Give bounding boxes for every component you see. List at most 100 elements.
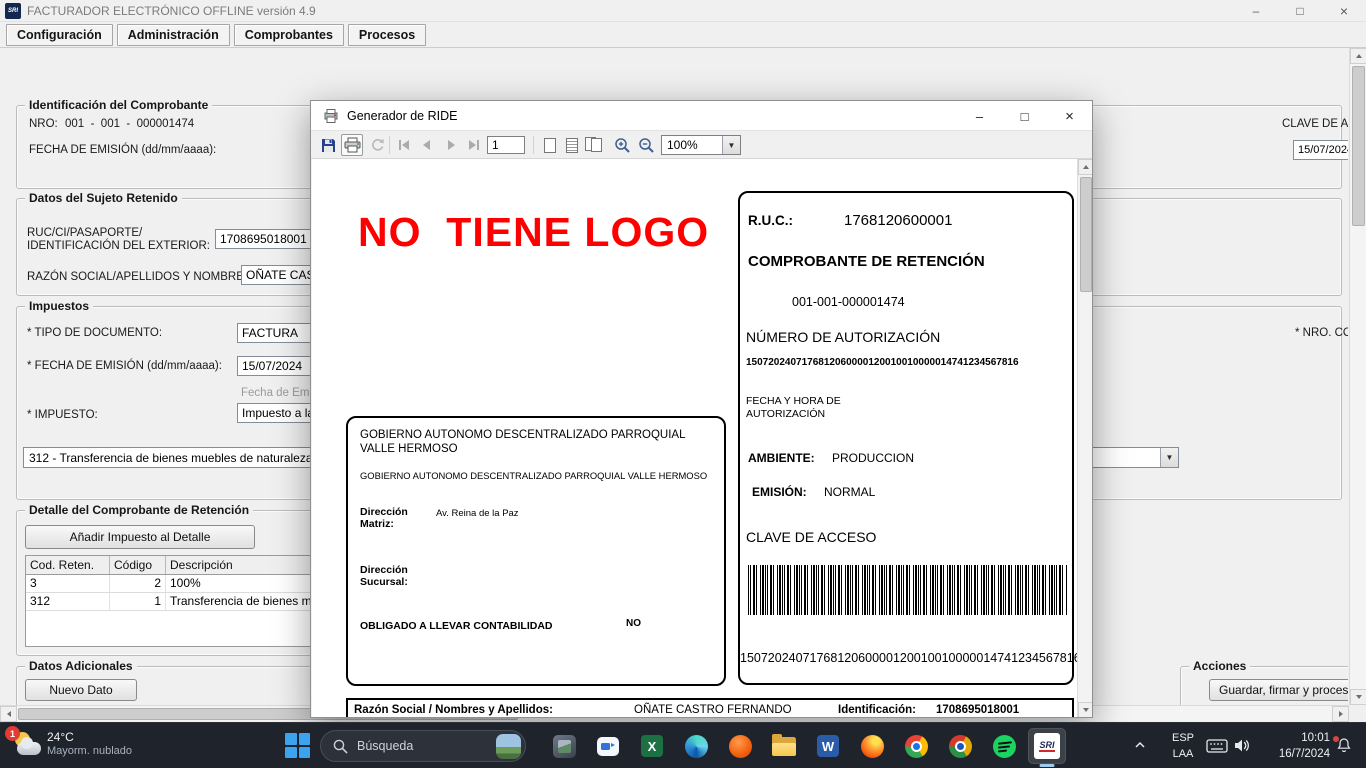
zoom-in-icon	[614, 137, 631, 154]
menu-configuracion[interactable]: Configuración	[6, 24, 113, 46]
search-highlight-image[interactable]	[496, 734, 521, 759]
scroll-left-icon[interactable]	[0, 706, 17, 722]
group-acciones: Acciones Guardar, firmar y procesa	[1180, 666, 1348, 705]
volume-icon[interactable]	[1233, 737, 1250, 759]
nuevo-dato-button[interactable]: Nuevo Dato	[25, 679, 137, 701]
dialog-maximize-button[interactable]: □	[1002, 101, 1047, 131]
scroll-down-icon[interactable]	[1350, 689, 1366, 705]
taskbar-app-firefox[interactable]	[854, 728, 890, 764]
taskbar-app-sri-active[interactable]: SRI	[1028, 728, 1066, 764]
search-input[interactable]: Búsqueda	[320, 730, 526, 762]
contabilidad-value: NO	[626, 618, 641, 629]
touch-keyboard-icon[interactable]	[1206, 738, 1228, 759]
save-button[interactable]	[317, 134, 339, 156]
search-icon	[333, 739, 348, 754]
ruc-label: R.U.C.:	[748, 213, 793, 228]
notification-bell-icon[interactable]	[1336, 737, 1352, 759]
first-page-button[interactable]	[393, 134, 415, 156]
group-adicionales-title: Datos Adicionales	[25, 659, 137, 673]
ride-document-preview[interactable]: NO TIENE LOGO R.U.C.: 1768120600001 COMP…	[312, 159, 1077, 718]
chevron-down-icon[interactable]: ▼	[1160, 448, 1178, 467]
scroll-down-icon[interactable]	[1078, 702, 1093, 718]
cell-codigo[interactable]: 2	[110, 575, 166, 592]
clave-acceso-label: CLAVE DE A	[1282, 118, 1348, 130]
refresh-icon	[370, 137, 386, 153]
taskbar-app-browser[interactable]	[722, 728, 758, 764]
document-scroll-thumb[interactable]	[1080, 177, 1092, 292]
cell-cod-reten[interactable]: 3	[26, 575, 110, 592]
document-scrollbar[interactable]	[1077, 159, 1093, 718]
scroll-right-icon[interactable]	[1332, 706, 1349, 722]
single-page-icon	[544, 138, 556, 153]
maximize-button[interactable]: □	[1278, 0, 1322, 22]
main-titlebar[interactable]: SRI FACTURADOR ELECTRÓNICO OFFLINE versi…	[0, 0, 1366, 22]
refresh-button[interactable]	[367, 134, 389, 156]
taskbar-app-chat[interactable]	[590, 728, 626, 764]
taskbar-app-photos[interactable]	[546, 728, 582, 764]
print-button[interactable]	[341, 134, 363, 156]
chrome-2-icon	[949, 735, 972, 758]
clock[interactable]: 10:01 16/7/2024	[1256, 730, 1330, 762]
zoom-level-dropdown[interactable]: 100% ▼	[661, 135, 741, 155]
column-header-cod-reten[interactable]: Cod. Reten.	[26, 556, 110, 574]
taskbar-app-chrome-2[interactable]	[942, 728, 978, 764]
zoom-in-button[interactable]	[611, 134, 633, 156]
dialog-minimize-button[interactable]: –	[957, 101, 1002, 131]
toolbar-separator	[389, 136, 390, 154]
taskbar-app-spotify[interactable]	[986, 728, 1022, 764]
page-layout-text-button[interactable]	[561, 134, 583, 156]
taskbar-app-excel[interactable]: X	[634, 728, 670, 764]
razon-social-label: RAZÓN SOCIAL/APELLIDOS Y NOMBRES:	[27, 271, 255, 283]
taskbar-app-word[interactable]: W	[810, 728, 846, 764]
weather-temperature[interactable]: 24°C	[47, 730, 74, 744]
toolbar-separator	[533, 136, 534, 154]
main-vertical-scrollbar[interactable]	[1349, 48, 1366, 705]
menu-administracion[interactable]: Administración	[117, 24, 230, 46]
zoom-out-button[interactable]	[635, 134, 657, 156]
nro-comprobante-label: * NRO. COMPROB	[1295, 327, 1348, 339]
word-icon: W	[817, 735, 839, 757]
cell-cod-reten[interactable]: 312	[26, 593, 110, 610]
menu-procesos[interactable]: Procesos	[348, 24, 426, 46]
close-icon: ×	[1340, 3, 1348, 19]
vertical-scroll-thumb[interactable]	[1352, 66, 1365, 226]
weather-badge: 1	[5, 726, 20, 741]
direccion-matriz-value: Av. Reina de la Paz	[436, 508, 519, 519]
chrome-icon	[905, 735, 928, 758]
taskbar-app-edge[interactable]	[678, 728, 714, 764]
ambiente-label: AMBIENTE:	[748, 451, 815, 465]
weather-condition[interactable]: Mayorm. nublado	[47, 745, 132, 757]
minimize-button[interactable]: –	[1234, 0, 1278, 22]
chevron-down-icon[interactable]: ▼	[722, 136, 740, 154]
taskbar-app-chrome[interactable]	[898, 728, 934, 764]
numero-autorizacion-label: NÚMERO DE AUTORIZACIÓN	[746, 329, 940, 345]
start-button[interactable]	[285, 733, 310, 758]
column-header-codigo[interactable]: Código	[110, 556, 166, 574]
scroll-up-icon[interactable]	[1350, 48, 1366, 64]
close-button[interactable]: ×	[1322, 0, 1366, 22]
guardar-firmar-button[interactable]: Guardar, firmar y procesa	[1209, 679, 1348, 701]
next-page-button[interactable]	[439, 134, 461, 156]
dialog-titlebar[interactable]: Generador de RIDE – □ ×	[311, 101, 1092, 131]
identificacion-value: 1708695018001	[936, 704, 1019, 716]
last-page-button[interactable]	[462, 134, 484, 156]
cell-codigo[interactable]: 1	[110, 593, 166, 610]
emisor-nombre-comercial: GOBIERNO AUTONOMO DESCENTRALIZADO PARROQ…	[360, 470, 707, 481]
minimize-icon: –	[976, 109, 983, 124]
menu-comprobantes[interactable]: Comprobantes	[234, 24, 344, 46]
menubar: Configuración Administración Comprobante…	[0, 22, 1366, 48]
dialog-title: Generador de RIDE	[347, 109, 457, 123]
page-number-input[interactable]: 1	[487, 136, 525, 154]
clave-acceso-value: 1507202407176812060000120010010000014741…	[740, 651, 1076, 665]
add-impuesto-button[interactable]: Añadir Impuesto al Detalle	[25, 525, 255, 549]
tray-chevron-up-icon[interactable]	[1133, 738, 1147, 752]
page-layout-double-button[interactable]	[583, 134, 605, 156]
fecha-emision-field[interactable]: 15/07/2024	[1293, 140, 1348, 160]
taskbar-app-file-explorer[interactable]	[766, 728, 802, 764]
dialog-close-button[interactable]: ×	[1047, 101, 1092, 131]
page-layout-single-button[interactable]	[539, 134, 561, 156]
minimize-icon: –	[1253, 4, 1260, 18]
previous-page-button[interactable]	[416, 134, 438, 156]
scroll-up-icon[interactable]	[1078, 159, 1093, 175]
language-indicator[interactable]: ESP LAA	[1164, 730, 1202, 762]
